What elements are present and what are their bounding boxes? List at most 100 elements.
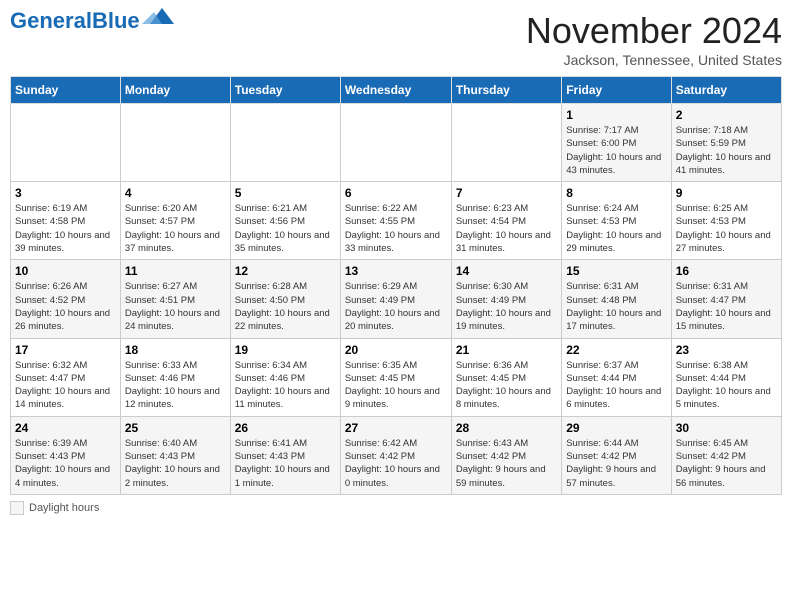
day-info: Sunrise: 6:37 AM Sunset: 4:44 PM Dayligh… [566, 359, 666, 412]
day-info: Sunrise: 6:19 AM Sunset: 4:58 PM Dayligh… [15, 202, 116, 255]
day-number: 24 [15, 421, 116, 435]
week-row-1: 1 Sunrise: 7:17 AM Sunset: 6:00 PM Daylig… [11, 104, 782, 182]
day-cell-22: 22 Sunrise: 6:37 AM Sunset: 4:44 PM Dayli… [562, 338, 671, 416]
day-info: Sunrise: 6:23 AM Sunset: 4:54 PM Dayligh… [456, 202, 557, 255]
day-info: Sunrise: 7:18 AM Sunset: 5:59 PM Dayligh… [676, 124, 777, 177]
day-number: 25 [125, 421, 226, 435]
day-cell-13: 13 Sunrise: 6:29 AM Sunset: 4:49 PM Dayli… [340, 260, 451, 338]
day-cell-27: 27 Sunrise: 6:42 AM Sunset: 4:42 PM Dayli… [340, 416, 451, 494]
day-cell-16: 16Sunrise: 6:31 AM Sunset: 4:47 PM Dayli… [671, 260, 781, 338]
day-number: 30 [676, 421, 777, 435]
empty-cell [451, 104, 561, 182]
day-number: 3 [15, 186, 116, 200]
day-cell-17: 17Sunrise: 6:32 AM Sunset: 4:47 PM Dayli… [11, 338, 121, 416]
col-header-tuesday: Tuesday [230, 77, 340, 104]
day-cell-6: 6 Sunrise: 6:22 AM Sunset: 4:55 PM Daylig… [340, 182, 451, 260]
week-row-4: 17Sunrise: 6:32 AM Sunset: 4:47 PM Dayli… [11, 338, 782, 416]
day-cell-24: 24 Sunrise: 6:39 AM Sunset: 4:43 PM Dayli… [11, 416, 121, 494]
day-number: 8 [566, 186, 666, 200]
day-number: 6 [345, 186, 447, 200]
day-info: Sunrise: 6:31 AM Sunset: 4:47 PM Dayligh… [676, 280, 777, 333]
day-number: 5 [235, 186, 336, 200]
header-row: SundayMondayTuesdayWednesdayThursdayFrid… [11, 77, 782, 104]
location: Jackson, Tennessee, United States [526, 52, 782, 68]
day-info: Sunrise: 6:21 AM Sunset: 4:56 PM Dayligh… [235, 202, 336, 255]
week-row-3: 10Sunrise: 6:26 AM Sunset: 4:52 PM Dayli… [11, 260, 782, 338]
day-number: 26 [235, 421, 336, 435]
day-info: Sunrise: 6:42 AM Sunset: 4:42 PM Dayligh… [345, 437, 447, 490]
logo-general: General [10, 8, 92, 33]
day-cell-19: 19Sunrise: 6:34 AM Sunset: 4:46 PM Dayli… [230, 338, 340, 416]
day-cell-23: 23 Sunrise: 6:38 AM Sunset: 4:44 PM Dayli… [671, 338, 781, 416]
day-info: Sunrise: 6:26 AM Sunset: 4:52 PM Dayligh… [15, 280, 116, 333]
col-header-monday: Monday [120, 77, 230, 104]
day-info: Sunrise: 6:34 AM Sunset: 4:46 PM Dayligh… [235, 359, 336, 412]
day-cell-11: 11 Sunrise: 6:27 AM Sunset: 4:51 PM Dayli… [120, 260, 230, 338]
title-section: November 2024 Jackson, Tennessee, United… [526, 10, 782, 68]
col-header-saturday: Saturday [671, 77, 781, 104]
day-cell-3: 3 Sunrise: 6:19 AM Sunset: 4:58 PM Daylig… [11, 182, 121, 260]
col-header-wednesday: Wednesday [340, 77, 451, 104]
day-info: Sunrise: 6:40 AM Sunset: 4:43 PM Dayligh… [125, 437, 226, 490]
day-cell-28: 28 Sunrise: 6:43 AM Sunset: 4:42 PM Dayli… [451, 416, 561, 494]
day-info: Sunrise: 7:17 AM Sunset: 6:00 PM Dayligh… [566, 124, 666, 177]
day-cell-14: 14 Sunrise: 6:30 AM Sunset: 4:49 PM Dayli… [451, 260, 561, 338]
day-number: 22 [566, 343, 666, 357]
day-cell-25: 25 Sunrise: 6:40 AM Sunset: 4:43 PM Dayli… [120, 416, 230, 494]
day-info: Sunrise: 6:20 AM Sunset: 4:57 PM Dayligh… [125, 202, 226, 255]
day-number: 11 [125, 264, 226, 278]
day-cell-30: 30 Sunrise: 6:45 AM Sunset: 4:42 PM Dayli… [671, 416, 781, 494]
legend-label: Daylight hours [29, 502, 99, 514]
day-number: 21 [456, 343, 557, 357]
day-cell-26: 26Sunrise: 6:41 AM Sunset: 4:43 PM Dayli… [230, 416, 340, 494]
day-info: Sunrise: 6:38 AM Sunset: 4:44 PM Dayligh… [676, 359, 777, 412]
day-number: 27 [345, 421, 447, 435]
day-info: Sunrise: 6:30 AM Sunset: 4:49 PM Dayligh… [456, 280, 557, 333]
day-info: Sunrise: 6:28 AM Sunset: 4:50 PM Dayligh… [235, 280, 336, 333]
logo-text: GeneralBlue [10, 10, 140, 32]
day-cell-15: 15Sunrise: 6:31 AM Sunset: 4:48 PM Dayli… [562, 260, 671, 338]
day-number: 2 [676, 108, 777, 122]
day-number: 4 [125, 186, 226, 200]
day-number: 14 [456, 264, 557, 278]
day-cell-4: 4 Sunrise: 6:20 AM Sunset: 4:57 PM Daylig… [120, 182, 230, 260]
day-info: Sunrise: 6:36 AM Sunset: 4:45 PM Dayligh… [456, 359, 557, 412]
day-number: 17 [15, 343, 116, 357]
day-info: Sunrise: 6:33 AM Sunset: 4:46 PM Dayligh… [125, 359, 226, 412]
day-info: Sunrise: 6:39 AM Sunset: 4:43 PM Dayligh… [15, 437, 116, 490]
legend: Daylight hours [10, 501, 782, 515]
day-info: Sunrise: 6:25 AM Sunset: 4:53 PM Dayligh… [676, 202, 777, 255]
col-header-sunday: Sunday [11, 77, 121, 104]
day-number: 28 [456, 421, 557, 435]
day-number: 15 [566, 264, 666, 278]
calendar-header: SundayMondayTuesdayWednesdayThursdayFrid… [11, 77, 782, 104]
day-number: 1 [566, 108, 666, 122]
day-info: Sunrise: 6:27 AM Sunset: 4:51 PM Dayligh… [125, 280, 226, 333]
col-header-friday: Friday [562, 77, 671, 104]
day-number: 18 [125, 343, 226, 357]
day-number: 20 [345, 343, 447, 357]
day-number: 13 [345, 264, 447, 278]
calendar-body: 1 Sunrise: 7:17 AM Sunset: 6:00 PM Daylig… [11, 104, 782, 495]
empty-cell [120, 104, 230, 182]
day-cell-21: 21 Sunrise: 6:36 AM Sunset: 4:45 PM Dayli… [451, 338, 561, 416]
day-info: Sunrise: 6:43 AM Sunset: 4:42 PM Dayligh… [456, 437, 557, 490]
day-info: Sunrise: 6:35 AM Sunset: 4:45 PM Dayligh… [345, 359, 447, 412]
day-number: 7 [456, 186, 557, 200]
day-cell-1: 1 Sunrise: 7:17 AM Sunset: 6:00 PM Daylig… [562, 104, 671, 182]
day-cell-5: 5 Sunrise: 6:21 AM Sunset: 4:56 PM Daylig… [230, 182, 340, 260]
day-cell-29: 29Sunrise: 6:44 AM Sunset: 4:42 PM Dayli… [562, 416, 671, 494]
day-cell-12: 12Sunrise: 6:28 AM Sunset: 4:50 PM Dayli… [230, 260, 340, 338]
logo-icon [142, 6, 174, 28]
page-header: GeneralBlue November 2024 Jackson, Tenne… [10, 10, 782, 68]
day-number: 9 [676, 186, 777, 200]
day-number: 23 [676, 343, 777, 357]
legend-box [10, 501, 24, 515]
day-cell-10: 10Sunrise: 6:26 AM Sunset: 4:52 PM Dayli… [11, 260, 121, 338]
day-cell-18: 18 Sunrise: 6:33 AM Sunset: 4:46 PM Dayli… [120, 338, 230, 416]
day-info: Sunrise: 6:45 AM Sunset: 4:42 PM Dayligh… [676, 437, 777, 490]
day-info: Sunrise: 6:22 AM Sunset: 4:55 PM Dayligh… [345, 202, 447, 255]
day-info: Sunrise: 6:29 AM Sunset: 4:49 PM Dayligh… [345, 280, 447, 333]
empty-cell [340, 104, 451, 182]
day-info: Sunrise: 6:44 AM Sunset: 4:42 PM Dayligh… [566, 437, 666, 490]
